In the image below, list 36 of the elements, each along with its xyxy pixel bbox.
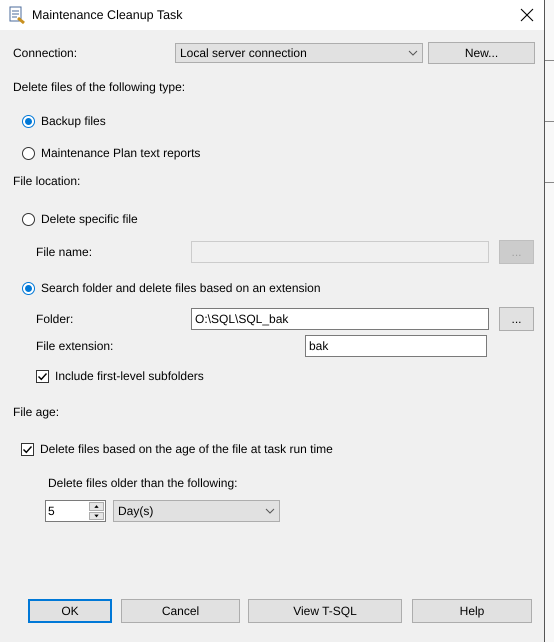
radio-button[interactable] xyxy=(22,212,35,226)
checkbox-label: Delete files based on the age of the file at task run time xyxy=(40,442,333,456)
older-than-label: Delete files older than the following: xyxy=(48,475,238,491)
radio-label: Search folder and delete files based on an extension xyxy=(41,281,321,295)
new-button[interactable]: New... xyxy=(428,42,535,64)
dialog-button[interactable]: Help xyxy=(412,599,532,623)
connection-label: Connection: xyxy=(13,46,78,60)
radio-label: Delete specific file xyxy=(41,212,138,226)
task-icon xyxy=(8,6,26,24)
radio-button[interactable] xyxy=(22,114,35,128)
checkbox[interactable] xyxy=(21,442,34,456)
extension-label: File extension: xyxy=(36,339,114,353)
dialog-button[interactable]: OK xyxy=(28,599,112,623)
checkbox-label: Include first-level subfolders xyxy=(55,369,204,383)
folder-label: Folder: xyxy=(36,312,74,326)
browse-button[interactable]: ... xyxy=(499,307,534,331)
section-heading: Delete files of the following type: xyxy=(13,79,186,95)
chevron-down-icon xyxy=(408,50,418,56)
connection-dropdown[interactable]: Local server connection xyxy=(175,43,423,63)
file-name-label: File name: xyxy=(36,245,94,259)
dialog-button[interactable]: Cancel xyxy=(121,599,240,623)
unit-dropdown[interactable]: Day(s) xyxy=(113,500,280,522)
section-heading: File age: xyxy=(13,404,60,420)
radio-button[interactable] xyxy=(22,282,35,294)
extension-field[interactable]: bak xyxy=(305,335,487,357)
dialog-button[interactable]: View T-SQL xyxy=(248,599,402,623)
chevron-down-icon xyxy=(265,508,275,514)
window-title: Maintenance Cleanup Task xyxy=(32,8,184,22)
checkbox[interactable] xyxy=(36,370,49,382)
radio-label: Maintenance Plan text reports xyxy=(41,146,200,160)
close-icon[interactable] xyxy=(520,8,534,22)
radio-label: Backup files xyxy=(41,114,106,128)
radio-button[interactable] xyxy=(22,146,35,160)
section-heading: File location: xyxy=(13,173,82,189)
amount-spinner[interactable]: 5 xyxy=(45,500,106,522)
folder-field[interactable]: O:\SQL\SQL_bak xyxy=(191,308,489,330)
